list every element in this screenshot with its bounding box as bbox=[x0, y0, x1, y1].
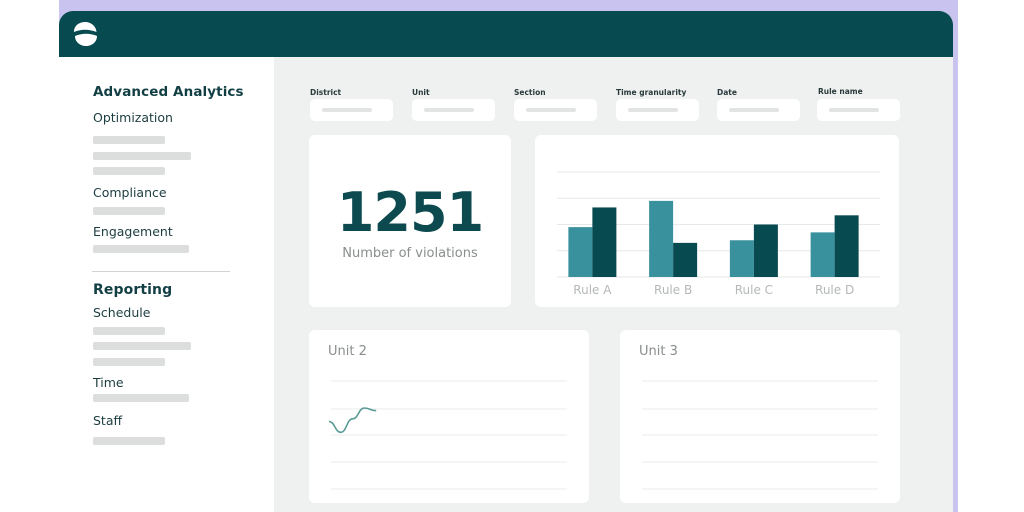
placeholder-bar bbox=[424, 108, 474, 112]
section-select[interactable] bbox=[514, 99, 597, 121]
date-select[interactable] bbox=[717, 99, 800, 121]
placeholder-bar bbox=[93, 342, 191, 350]
unit-select[interactable] bbox=[412, 99, 495, 121]
placeholder-bar bbox=[93, 136, 165, 144]
placeholder-bar bbox=[526, 108, 576, 112]
sidebar-item-time[interactable]: Time bbox=[93, 375, 124, 390]
bar-rule-a-series-1[interactable] bbox=[568, 227, 593, 277]
bar-rule-c-series-1[interactable] bbox=[729, 240, 754, 277]
placeholder-bar bbox=[93, 167, 165, 175]
bar-rule-c-series-2[interactable] bbox=[753, 224, 778, 278]
filter-label-section: Section bbox=[514, 88, 546, 97]
rules-bar-chart: Rule A Rule B Rule C Rule D bbox=[557, 171, 880, 297]
placeholder-bar bbox=[93, 152, 191, 160]
violations-count: 1251 bbox=[336, 181, 484, 244]
filter-label-rule-name: Rule name bbox=[818, 87, 863, 96]
placeholder-bar bbox=[729, 108, 779, 112]
bar-rule-d-series-2[interactable] bbox=[834, 215, 859, 277]
bar-rule-a-series-2[interactable] bbox=[592, 207, 617, 277]
sidebar-item-engagement[interactable]: Engagement bbox=[93, 224, 173, 239]
x-tick-label: Rule A bbox=[573, 283, 612, 297]
app-window: Advanced Analytics Optimization Complian… bbox=[59, 11, 953, 512]
x-tick-label: Rule B bbox=[654, 283, 692, 297]
district-select[interactable] bbox=[310, 99, 393, 121]
violations-label: Number of violations bbox=[342, 246, 478, 261]
unit-2-line-chart bbox=[328, 380, 567, 490]
placeholder-bar bbox=[829, 108, 879, 112]
placeholder-bar bbox=[628, 108, 678, 112]
bar-rule-b-series-2[interactable] bbox=[673, 242, 698, 277]
x-tick-label: Rule C bbox=[735, 283, 773, 297]
sidebar-item-optimization[interactable]: Optimization bbox=[93, 110, 173, 125]
filter-label-unit: Unit bbox=[412, 88, 430, 97]
bar-rule-d-series-1[interactable] bbox=[810, 232, 835, 277]
x-tick-label: Rule D bbox=[815, 283, 854, 297]
kpi-card: 1251 Number of violations bbox=[309, 135, 511, 307]
sidebar-item-schedule[interactable]: Schedule bbox=[93, 305, 150, 320]
leaf-logo-icon[interactable] bbox=[72, 21, 98, 47]
sidebar-item-compliance[interactable]: Compliance bbox=[93, 185, 167, 200]
bar-rule-b-series-1[interactable] bbox=[649, 200, 674, 277]
filter-label-date: Date bbox=[717, 88, 737, 97]
sidebar-heading-advanced-analytics[interactable]: Advanced Analytics bbox=[93, 84, 244, 100]
time-granularity-select[interactable] bbox=[616, 99, 699, 121]
sidebar-item-staff[interactable]: Staff bbox=[93, 413, 122, 428]
rule-name-select[interactable] bbox=[817, 99, 900, 121]
placeholder-bar bbox=[322, 108, 372, 112]
line-series-unit-2 bbox=[328, 407, 377, 434]
unit-3-card: Unit 3 bbox=[620, 330, 900, 503]
sidebar: Advanced Analytics Optimization Complian… bbox=[59, 57, 274, 512]
placeholder-bar bbox=[93, 358, 165, 366]
placeholder-bar bbox=[93, 394, 189, 402]
sidebar-heading-reporting[interactable]: Reporting bbox=[93, 282, 172, 298]
filter-label-time-granularity: Time granularity bbox=[616, 88, 687, 97]
placeholder-bar bbox=[93, 245, 189, 253]
placeholder-bar bbox=[93, 207, 165, 215]
app-header bbox=[59, 11, 953, 57]
placeholder-bar bbox=[93, 437, 165, 445]
filter-label-district: District bbox=[310, 88, 342, 97]
placeholder-bar bbox=[93, 327, 165, 335]
unit-3-line-chart bbox=[642, 380, 878, 490]
rules-bar-chart-card: Rule A Rule B Rule C Rule D bbox=[535, 135, 899, 307]
sidebar-divider bbox=[92, 271, 230, 272]
unit-2-card: Unit 2 bbox=[309, 330, 589, 503]
